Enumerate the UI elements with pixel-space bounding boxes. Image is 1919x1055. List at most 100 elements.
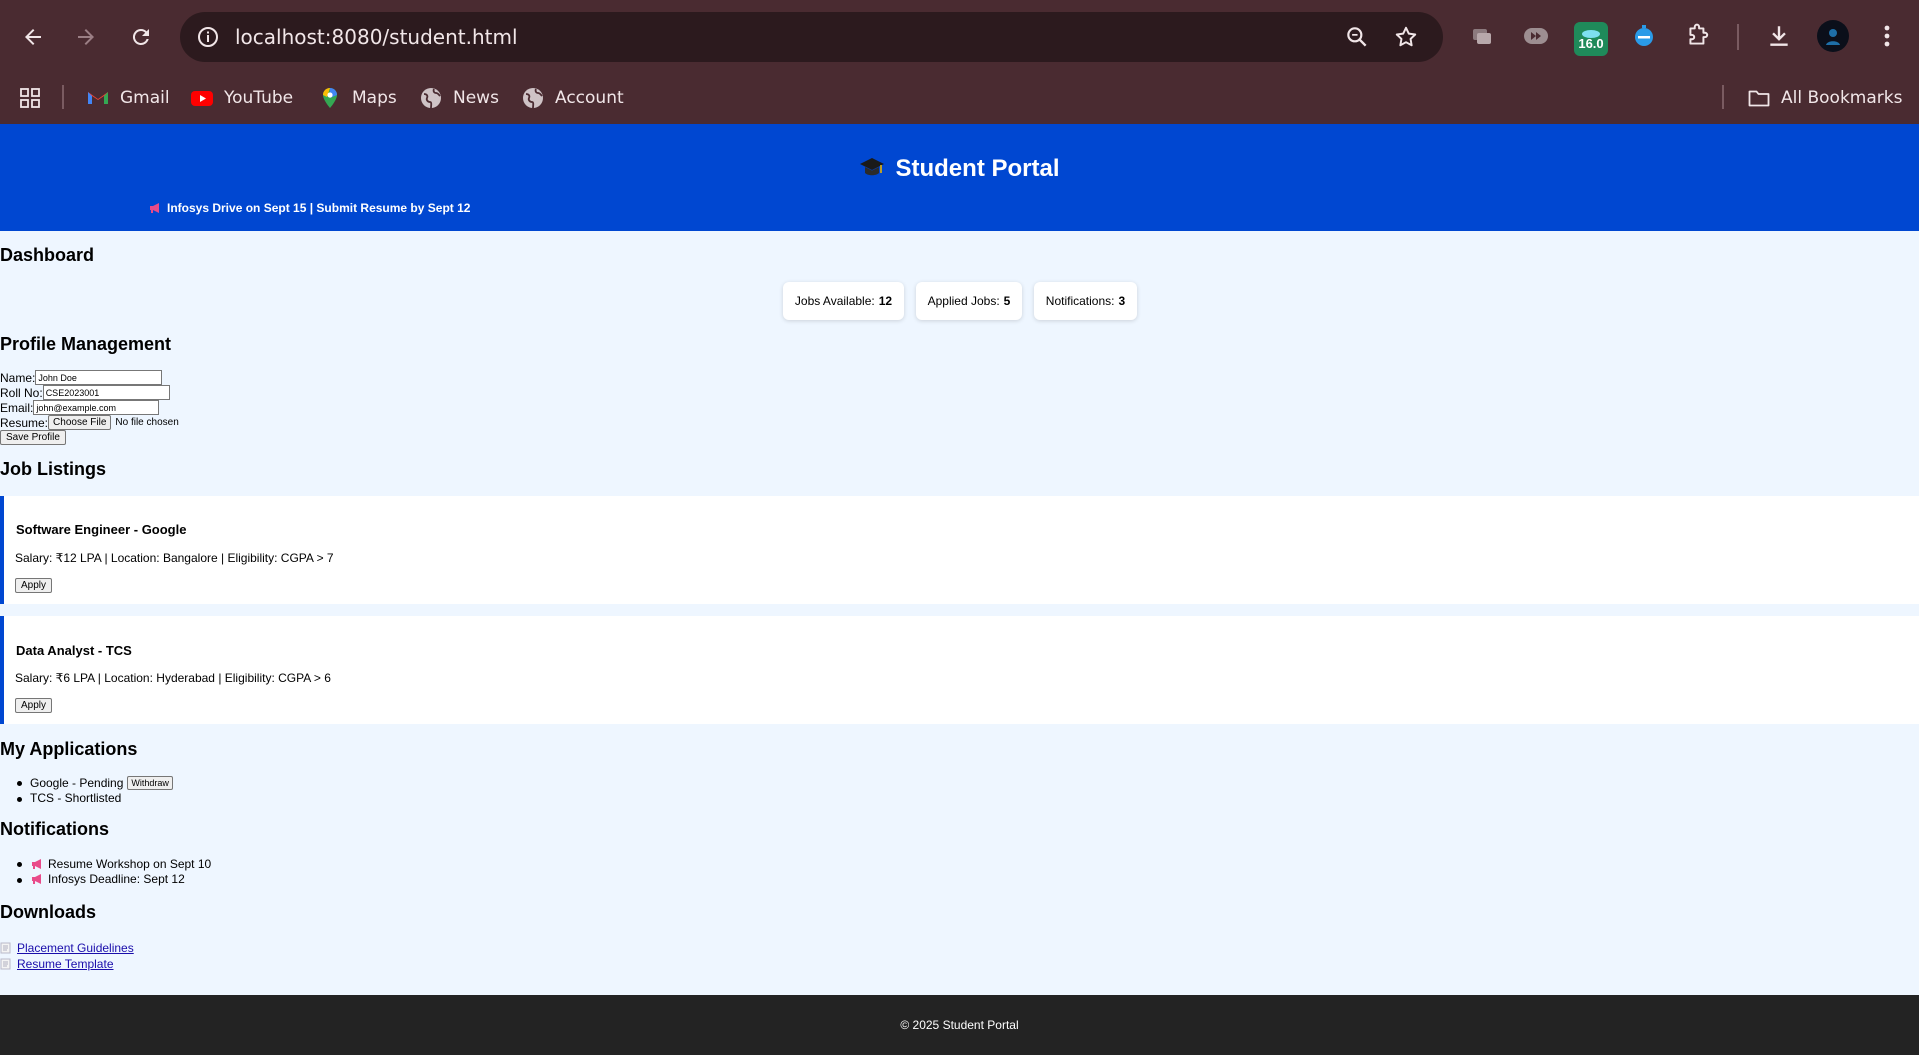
toolbar-divider bbox=[1737, 24, 1739, 50]
bookmark-label: Account bbox=[555, 88, 624, 108]
bookmark-maps[interactable]: Maps bbox=[318, 83, 397, 113]
stat-value: 3 bbox=[1118, 294, 1126, 308]
portal-header: Student Portal Infosys Drive on Sept 15 … bbox=[0, 124, 1919, 231]
footer-text: © 2025 Student Portal bbox=[900, 1018, 1019, 1032]
notifications-heading: Notifications bbox=[0, 819, 110, 839]
apply-button[interactable]: Apply bbox=[15, 578, 53, 593]
list-item: Resume Workshop on Sept 10 bbox=[16, 856, 212, 872]
download-link-text: Resume Template bbox=[17, 957, 114, 971]
bookmarks-divider bbox=[1722, 85, 1724, 109]
download-link-resume-template[interactable]: Resume Template bbox=[0, 957, 114, 971]
withdraw-button[interactable]: Withdraw bbox=[127, 775, 173, 790]
save-profile-button[interactable]: Save Profile bbox=[0, 430, 66, 445]
resume-row: Resume: Choose File No file chosen bbox=[0, 415, 179, 430]
stat-label: Notifications: bbox=[1045, 294, 1115, 308]
browser-chrome: localhost:8080/student.html 16.0 Gmail Y… bbox=[0, 0, 1919, 124]
browser-toolbar: localhost:8080/student.html 16.0 bbox=[0, 0, 1919, 73]
apps-button[interactable] bbox=[18, 83, 42, 113]
address-bar[interactable]: localhost:8080/student.html bbox=[180, 12, 1443, 62]
apps-grid-icon bbox=[20, 88, 40, 108]
job-title: Software Engineer - Google bbox=[16, 522, 187, 537]
profile-heading: Profile Management bbox=[0, 334, 172, 354]
bookmark-label: Gmail bbox=[120, 88, 170, 108]
window-stack-icon bbox=[1473, 29, 1491, 44]
back-button[interactable] bbox=[13, 17, 53, 57]
all-bookmarks-label: All Bookmarks bbox=[1781, 88, 1903, 108]
more-vertical-icon bbox=[1884, 25, 1890, 47]
site-info-icon[interactable] bbox=[196, 25, 220, 49]
downloads-heading: Downloads bbox=[0, 902, 97, 922]
choose-file-button[interactable]: Choose File bbox=[48, 415, 112, 430]
roll-label: Roll No: bbox=[0, 385, 43, 400]
puzzle-icon bbox=[1689, 23, 1709, 45]
email-field[interactable] bbox=[33, 400, 160, 415]
forward-button[interactable] bbox=[66, 17, 106, 57]
extension-badge: 16.0 bbox=[1578, 36, 1604, 51]
bookmarks-bar: Gmail YouTube Maps News Account All Book… bbox=[0, 73, 1919, 124]
job-card: Software Engineer - Google Salary: ₹12 L… bbox=[0, 496, 1919, 604]
page-content: Student Portal Infosys Drive on Sept 15 … bbox=[0, 124, 1919, 1055]
url-host: localhost:8080 bbox=[235, 25, 383, 49]
download-link-text: Placement Guidelines bbox=[17, 941, 134, 955]
bookmark-label: Maps bbox=[352, 88, 397, 108]
notifications-list: Resume Workshop on Sept 10 Infosys Deadl… bbox=[16, 856, 212, 888]
download-icon bbox=[1770, 26, 1788, 46]
browser-menu-button[interactable] bbox=[1871, 20, 1903, 52]
avatar-icon bbox=[1826, 29, 1840, 45]
version-extension[interactable]: 16.0 bbox=[1574, 22, 1608, 56]
fast-forward-icon bbox=[1524, 28, 1548, 44]
bookmark-label: News bbox=[453, 88, 499, 108]
notification-text: Resume Workshop on Sept 10 bbox=[48, 856, 212, 871]
bookmark-youtube[interactable]: YouTube bbox=[190, 83, 293, 113]
stat-card-notifications: Notifications: 3 bbox=[1034, 282, 1137, 320]
globe-icon bbox=[523, 88, 543, 109]
download-link-placement-guidelines[interactable]: Placement Guidelines bbox=[0, 941, 134, 955]
job-card: Data Analyst - TCS Salary: ₹6 LPA | Loca… bbox=[0, 616, 1919, 724]
extensions-button[interactable] bbox=[1682, 20, 1714, 52]
timer-extension[interactable] bbox=[1628, 20, 1660, 52]
arrow-right-icon bbox=[78, 29, 94, 45]
megaphone-icon bbox=[32, 874, 41, 885]
bookmark-account[interactable]: Account bbox=[521, 83, 624, 113]
gmail-icon bbox=[88, 92, 108, 104]
dashboard-heading: Dashboard bbox=[0, 245, 95, 265]
announcement-ticker: Infosys Drive on Sept 15 | Submit Resume… bbox=[148, 201, 470, 215]
name-row: Name: bbox=[0, 370, 163, 385]
youtube-icon bbox=[191, 91, 213, 106]
url-path: /student.html bbox=[382, 25, 518, 49]
profile-avatar[interactable] bbox=[1817, 20, 1849, 52]
file-status: No file chosen bbox=[115, 417, 179, 428]
bookmark-gmail[interactable]: Gmail bbox=[86, 83, 170, 113]
apply-button[interactable]: Apply bbox=[15, 698, 53, 713]
reload-icon bbox=[132, 28, 149, 45]
resume-label: Resume: bbox=[0, 415, 49, 430]
stat-card-applied-jobs: Applied Jobs: 5 bbox=[916, 282, 1022, 320]
arrow-left-icon bbox=[25, 29, 41, 45]
stat-card-jobs-available: Jobs Available: 12 bbox=[783, 282, 904, 320]
job-title: Data Analyst - TCS bbox=[16, 643, 132, 658]
reload-button[interactable] bbox=[121, 17, 161, 57]
job-listings-heading: Job Listings bbox=[0, 459, 107, 479]
tab-group-extension[interactable] bbox=[1466, 20, 1498, 52]
stat-value: 12 bbox=[878, 294, 893, 308]
bookmark-news[interactable]: News bbox=[419, 83, 499, 113]
page-title: Student Portal bbox=[0, 154, 1919, 183]
star-icon[interactable] bbox=[1393, 24, 1419, 50]
job-details: Salary: ₹12 LPA | Location: Bangalore | … bbox=[15, 551, 334, 565]
stat-value: 5 bbox=[1003, 294, 1011, 308]
bookmarks-divider bbox=[62, 85, 64, 109]
stat-label: Jobs Available: bbox=[794, 294, 875, 308]
url-text: localhost:8080/student.html bbox=[235, 25, 518, 49]
list-item: Infosys Deadline: Sept 12 bbox=[16, 872, 211, 888]
name-field[interactable] bbox=[35, 370, 163, 385]
all-bookmarks-button[interactable]: All Bookmarks bbox=[1747, 83, 1902, 113]
applications-heading: My Applications bbox=[0, 739, 138, 759]
roll-number-field[interactable] bbox=[42, 385, 170, 400]
media-extension[interactable] bbox=[1520, 20, 1552, 52]
globe-icon bbox=[421, 88, 441, 109]
document-icon bbox=[0, 958, 11, 970]
notification-text: Infosys Deadline: Sept 12 bbox=[48, 872, 185, 887]
zoom-icon[interactable] bbox=[1344, 24, 1370, 50]
list-item: Google - Pending Withdraw bbox=[17, 775, 173, 791]
downloads-button[interactable] bbox=[1763, 20, 1795, 52]
